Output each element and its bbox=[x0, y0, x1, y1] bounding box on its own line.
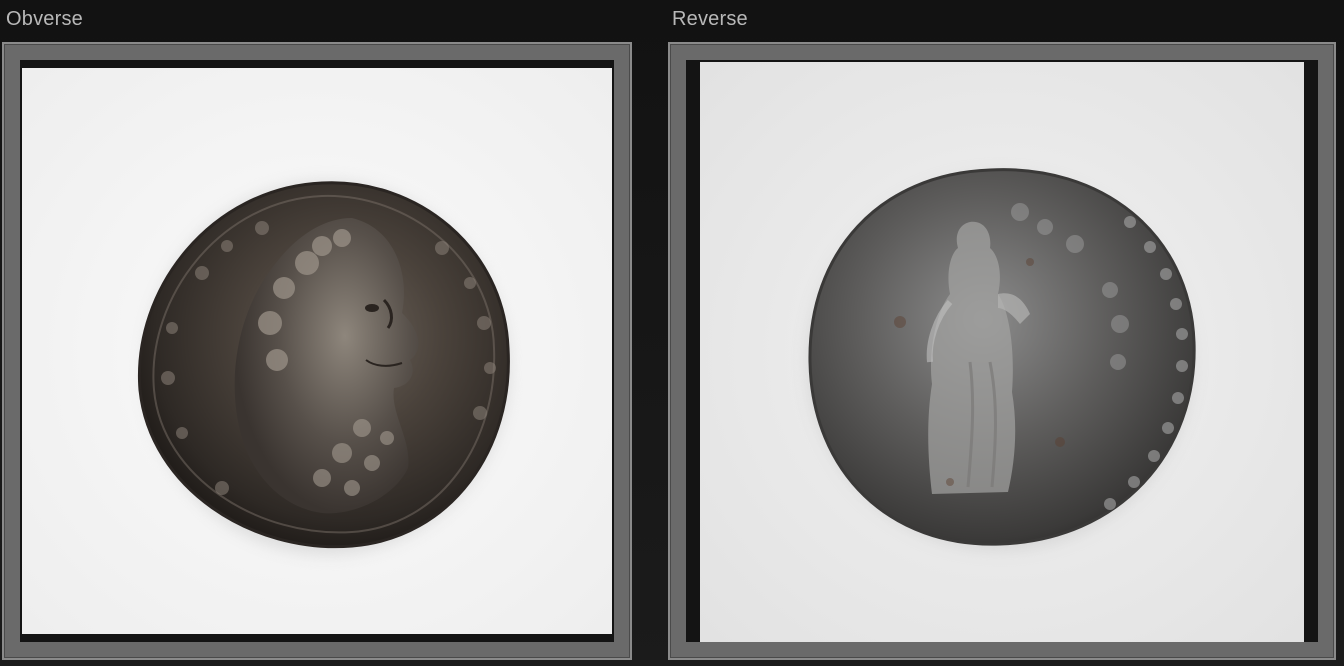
obverse-coin-photo[interactable] bbox=[22, 68, 612, 634]
reverse-frame bbox=[668, 42, 1336, 660]
reverse-coin-photo[interactable] bbox=[700, 62, 1304, 642]
reverse-label: Reverse bbox=[672, 8, 748, 30]
obverse-frame bbox=[2, 42, 632, 660]
coin-viewer: Obverse Reverse bbox=[0, 0, 1344, 666]
obverse-label: Obverse bbox=[6, 8, 83, 30]
